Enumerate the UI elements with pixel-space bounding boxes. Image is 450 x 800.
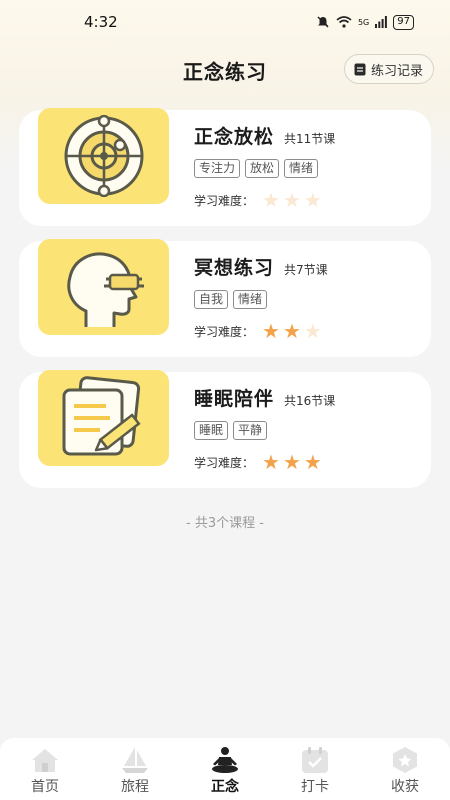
star-icon: ★ [262,188,280,212]
meditation-person-icon [212,747,238,773]
practice-record-label: 练习记录 [370,63,423,79]
tab-mindfulness[interactable]: 正念 [190,746,260,796]
wifi-icon [336,16,352,28]
tab-label: 首页 [31,779,59,795]
network-label: 5G [357,17,370,27]
star-icon: ★ [303,188,322,212]
home-icon [32,749,58,772]
star-icon: ★ [262,450,280,474]
course-tag: 睡眠 [194,421,229,440]
lesson-count: 共7节课 [284,263,328,277]
course-tag: 放松 [245,159,280,178]
course-title: 正念放松 [194,126,275,148]
page-header: 正念练习 练习记录 [0,50,450,90]
mute-icon [317,16,329,28]
course-tag: 自我 [194,290,229,309]
course-tag: 情绪 [284,159,319,178]
star-icon: ★ [303,319,322,343]
course-card[interactable]: 正念放松 共11节课 专注力 放松 情绪 学习难度： ★ ★ ★ [19,108,431,226]
calendar-check-icon [302,747,328,773]
course-title: 冥想练习 [194,257,275,279]
difficulty-row: 学习难度： ★ ★ ★ [194,321,421,341]
tab-label: 正念 [211,779,239,795]
course-tag: 情绪 [233,290,268,309]
difficulty-stars: ★ ★ ★ [262,452,322,472]
course-card[interactable]: 睡眠陪伴 共16节课 睡眠 平静 学习难度： ★ ★ ★ [19,370,431,488]
star-icon: ★ [303,450,322,474]
signal-icon [375,16,388,28]
record-icon [354,63,366,75]
course-thumbnail [38,108,169,204]
difficulty-label: 学习难度： [194,324,255,339]
status-icons: 5G 97 [316,14,414,30]
page-title: 正念练习 [183,59,267,84]
star-icon: ★ [282,319,301,343]
course-thumbnail [38,239,169,335]
notepad-pencil-icon [62,376,141,456]
course-title: 睡眠陪伴 [194,388,275,410]
tab-journey[interactable]: 旅程 [100,746,170,796]
course-tags: 专注力 放松 情绪 [194,159,421,178]
battery-indicator: 97 [393,14,414,30]
orbit-target-icon [64,115,143,197]
difficulty-label: 学习难度： [194,455,255,470]
course-tags: 睡眠 平静 [194,421,421,440]
status-bar: 4:32 5G 97 [0,0,450,44]
course-tags: 自我 情绪 [194,290,421,309]
difficulty-row: 学习难度： ★ ★ ★ [194,190,421,210]
practice-record-button[interactable]: 练习记录 [343,54,434,84]
difficulty-stars: ★ ★ ★ [262,321,322,341]
course-tag: 平静 [233,421,268,440]
tab-label: 收获 [391,779,419,795]
status-time: 4:32 [84,13,118,31]
sailboat-icon [122,747,148,773]
star-icon: ★ [282,188,301,212]
course-thumbnail [38,370,169,466]
star-icon: ★ [282,450,301,474]
hexagon-star-icon [393,747,417,773]
bottom-tab-bar: 首页 旅程 正念 打卡 收获 [0,738,450,800]
difficulty-stars: ★ ★ ★ [262,190,322,210]
tab-label: 旅程 [121,779,149,795]
difficulty-row: 学习难度： ★ ★ ★ [194,452,421,472]
course-card[interactable]: 冥想练习 共7节课 自我 情绪 学习难度： ★ ★ ★ [19,239,431,357]
head-meditation-icon [66,252,144,327]
course-tag: 专注力 [194,159,241,178]
lesson-count: 共16节课 [284,394,336,408]
course-count-note: - 共3个课程 - [186,516,264,531]
tab-label: 打卡 [301,779,329,795]
tab-checkin[interactable]: 打卡 [280,746,350,796]
lesson-count: 共11节课 [284,132,336,146]
star-icon: ★ [262,319,280,343]
difficulty-label: 学习难度： [194,193,255,208]
tab-gains[interactable]: 收获 [370,746,440,796]
tab-home[interactable]: 首页 [10,746,80,796]
